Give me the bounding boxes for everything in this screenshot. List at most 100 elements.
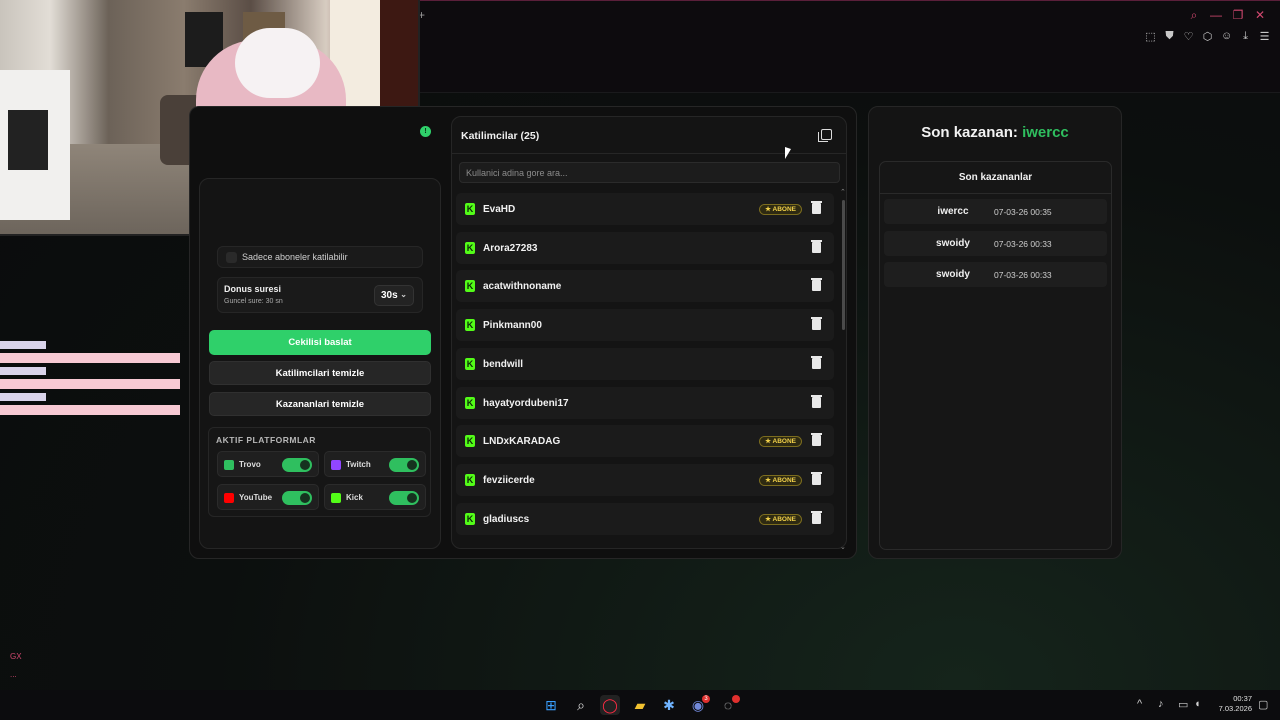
tab-strip-accent [420,0,1280,1]
opera-gx-icon[interactable]: ◯ [600,695,620,715]
microphone-icon[interactable]: ♪ [1158,698,1164,710]
trash-icon[interactable] [811,239,822,253]
twitch-toggle[interactable] [389,458,419,472]
duration-select[interactable]: 30s ⌄ [374,285,414,306]
scroll-down-icon[interactable]: ⌄ [840,543,846,551]
clock-date: 7.03.2026 [1218,704,1252,713]
kick-icon: K [465,280,475,293]
status-indicator: ! [420,126,431,137]
participant-search-input[interactable] [459,162,840,183]
participant-row: K LNDxKARADAG ★ ABONE [456,425,834,458]
participant-row: Kfevziicerde ★ ABONE [456,463,834,496]
platform-name: Kick [346,493,363,502]
extensions-icon[interactable]: ⬡ [1202,30,1213,43]
file-explorer-icon[interactable]: ▰ [630,695,650,715]
browser-toolbar: ⬚ ⛊ ♡ ⬡ ☺ ⤓ ☰ [1145,30,1270,43]
platform-name: YouTube [239,493,273,502]
subscribers-only-checkbox[interactable] [226,252,237,263]
chat-overlay [0,340,180,418]
duration-value: 30s [381,290,398,301]
platform-twitch: Twitch [324,451,426,477]
clock-time: 00:37 [1233,694,1252,703]
heart-icon[interactable]: ♡ [1183,30,1194,43]
kick-icon: K [465,512,475,525]
winner-row: iwercc 07-03-26 00:35 [884,199,1107,224]
participant-name: Arora27283 [483,242,538,254]
participant-name: fevziicerde [483,474,535,486]
clear-winners-button[interactable]: Kazananlari temizle [209,392,431,416]
chat-line [0,379,180,389]
settings-app-icon[interactable]: ✱ [659,695,679,715]
trovo-toggle[interactable] [282,458,312,472]
notifications-icon[interactable]: ▢ [1258,698,1268,711]
participant-row: K Pinkmann00 [456,309,834,342]
active-platforms: AKTIF PLATFORMLAR Trovo Twitch YouTube K… [208,427,431,517]
snapshot-icon[interactable]: ⬚ [1145,30,1156,43]
trash-icon[interactable] [811,471,822,485]
start-icon[interactable]: ⊞ [541,695,561,715]
volume-icon[interactable]: ◖ [1194,698,1201,710]
search-icon[interactable]: ⌕ [571,695,591,715]
kick-icon: K [465,203,475,215]
participants-panel: Katilimcilar (25) K EvaHD ★ ABONE K Arora272… [451,116,847,551]
trash-icon[interactable] [811,433,822,447]
menu-icon[interactable]: ☰ [1259,30,1270,43]
kick-icon: K [465,357,475,370]
trash-icon[interactable] [811,510,822,524]
clock[interactable]: 00:37 7.03.2026 [1219,694,1252,714]
winner-time: 07-03-26 00:33 [994,270,1052,280]
trash-icon[interactable] [811,317,822,331]
trash-icon[interactable] [811,278,822,292]
participant-scrollbar[interactable]: ⌃ ⌄ [840,189,846,551]
kick-icon: K [465,435,475,448]
youtube-toggle[interactable] [282,491,312,505]
participant-name: Pinkmann00 [483,320,542,332]
chat-line [0,405,180,415]
recent-winners-title: Son kazananlar [958,172,1033,183]
participant-row: K Arora27283 [456,231,834,264]
participants-header: Katilimcilar (25) [461,130,540,142]
account-icon[interactable]: ☺ [1221,30,1232,43]
winner-time: 07-03-26 00:35 [994,207,1052,217]
clear-participants-button[interactable]: Katilimcilari temizle [209,361,431,385]
last-winner-name: iwercc [1022,124,1069,141]
last-winner-prefix: Son kazanan: [921,124,1018,141]
subscribers-only-option[interactable]: Sadece aboneler katilabilir [217,246,423,268]
chat-line [0,366,180,376]
winner-row: swoidy 07-03-26 00:33 [884,230,1107,256]
start-giveaway-button[interactable]: Cekilisi baslat [209,330,431,355]
chat-line [0,353,180,363]
participant-list: K EvaHD ★ ABONE K Arora27283 Kacatwithnoname K… [456,193,834,545]
chat-line [0,392,180,402]
participant-row: Kbendwill [456,347,834,380]
trash-icon[interactable] [811,355,822,369]
app-badge [732,695,740,703]
platform-kick: Kick [324,484,426,510]
discord-badge: 3 [702,695,710,703]
tray-overflow-icon[interactable]: ^ [1137,698,1142,710]
sidebar-more[interactable]: ... [10,670,17,679]
kick-toggle[interactable] [389,491,419,505]
participant-row: Kacatwithnoname [456,270,834,303]
scroll-up-icon[interactable]: ⌃ [840,188,846,196]
gx-label[interactable]: GX [10,652,22,661]
twitch-icon [331,460,341,470]
platform-name: Twitch [346,460,371,469]
shield-icon[interactable]: ⛊ [1164,30,1175,43]
kick-icon: K [465,241,475,254]
download-icon[interactable]: ⤓ [1240,30,1251,43]
network-icon[interactable]: ▭ [1178,698,1188,711]
recent-winners: Son kazananlar iwercc 07-03-26 00:35 swoid… [879,161,1112,550]
subscriber-badge: ★ ABONE [759,513,802,525]
close-icon[interactable]: ✕ [1254,8,1266,23]
trash-icon[interactable] [811,394,822,408]
kick-icon [331,493,341,503]
participant-row: K EvaHD ★ ABONE [456,193,834,225]
window-controls: ⌕ — ❐ ✕ [1188,8,1266,23]
trash-icon[interactable] [811,201,822,214]
restore-icon[interactable]: ❐ [1232,8,1244,23]
copy-icon[interactable] [818,129,832,142]
last-winner-title: Son kazanan: iwercc [869,124,1121,141]
search-icon[interactable]: ⌕ [1188,8,1200,23]
minimize-icon[interactable]: — [1210,8,1222,23]
